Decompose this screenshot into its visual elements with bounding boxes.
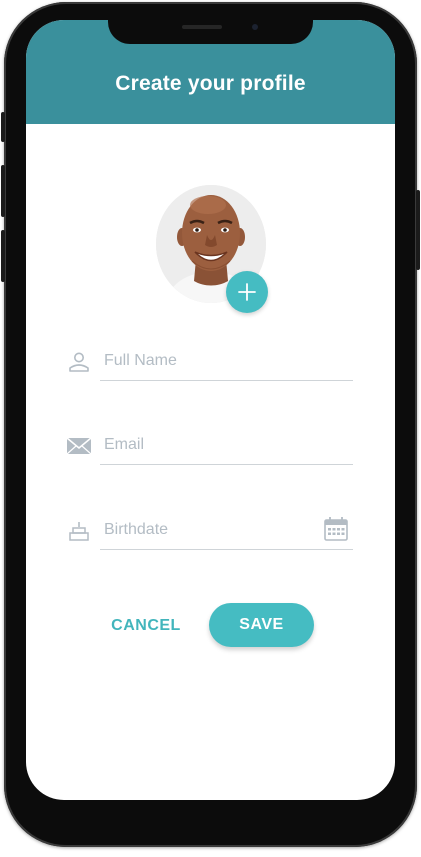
envelope-icon	[66, 437, 92, 455]
earpiece-speaker	[182, 25, 222, 29]
full-name-field	[69, 344, 353, 381]
power-button	[416, 190, 420, 270]
cake-icon	[69, 522, 89, 541]
add-photo-button[interactable]	[226, 271, 268, 313]
email-input[interactable]	[104, 432, 314, 458]
save-button[interactable]: SAVE	[209, 603, 314, 647]
calendar-icon[interactable]	[323, 516, 349, 542]
phone-notch	[108, 18, 313, 44]
birthdate-field	[69, 513, 353, 550]
silent-switch	[1, 112, 5, 142]
phone-screen: Create your profile Full Name Email Birt…	[26, 20, 395, 800]
email-field	[66, 428, 353, 465]
person-icon	[69, 352, 89, 372]
plus-icon	[238, 283, 256, 301]
full-name-input[interactable]	[104, 348, 314, 374]
volume-down-button	[1, 230, 5, 282]
cancel-button[interactable]: CANCEL	[106, 612, 186, 640]
front-camera	[252, 24, 258, 30]
app-screenshot: Create your profile Full Name Email Birt…	[0, 0, 421, 857]
birthdate-input[interactable]	[104, 517, 314, 543]
page-title: Create your profile	[115, 72, 306, 95]
volume-up-button	[1, 165, 5, 217]
